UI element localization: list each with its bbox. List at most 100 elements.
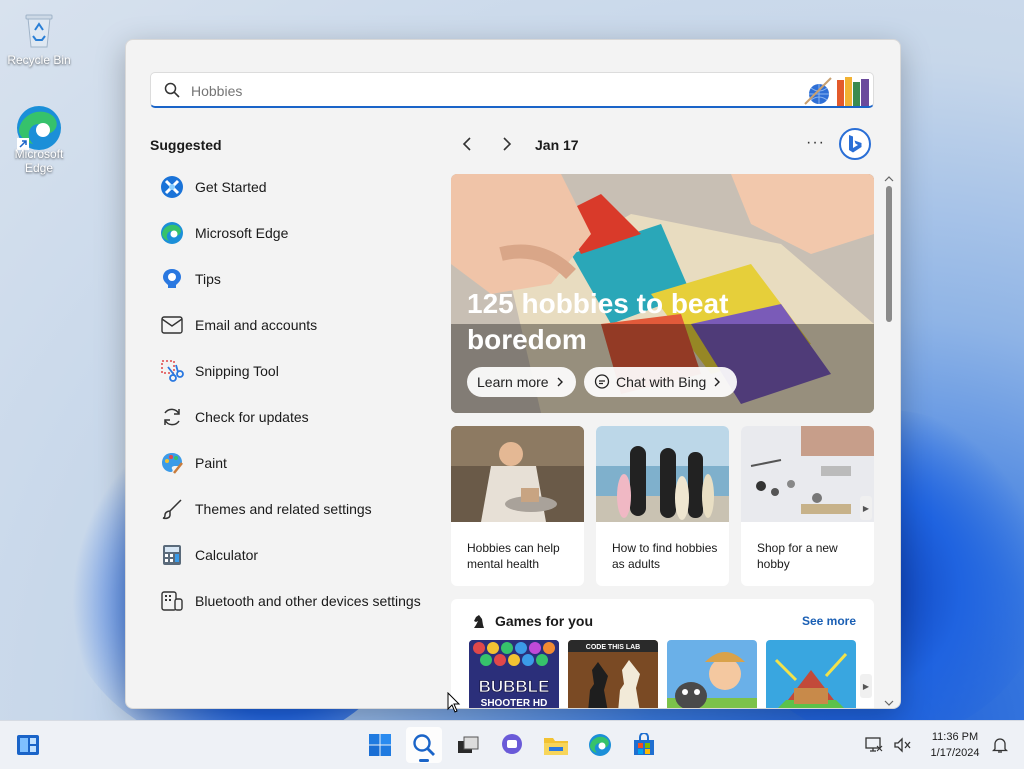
palette-icon	[160, 451, 184, 475]
article-card[interactable]: Hobbies can help mental health	[451, 426, 584, 586]
windows-icon	[369, 734, 391, 756]
bubble-shooter-art: BUBBLE SHOOTER HD	[469, 640, 559, 708]
more-options-button[interactable]: ···	[806, 134, 825, 152]
store-button[interactable]	[626, 727, 662, 763]
learn-more-label: Learn more	[477, 374, 549, 390]
suggested-item-label: Get Started	[195, 179, 267, 195]
hero-card[interactable]: 125 hobbies to beat boredom Learn more C…	[451, 174, 874, 413]
games-heading: Games for you	[495, 613, 594, 629]
previous-button[interactable]	[459, 136, 475, 157]
task-view-icon	[458, 736, 479, 753]
article-card[interactable]: Shop for a new hobby	[741, 426, 874, 586]
chat-icon	[502, 734, 522, 754]
volume-button[interactable]	[890, 727, 914, 763]
desktop-icon-label: Microsoft Edge	[14, 147, 64, 175]
desktop-icon-recycle-bin[interactable]: Recycle Bin	[2, 10, 76, 67]
game-tile-chess[interactable]: CODE THIS LAB	[568, 640, 658, 708]
suggested-list: Get Started Microsoft Edge Tips Email an…	[150, 164, 440, 624]
suggested-item-label: Paint	[195, 455, 227, 471]
search-taskbar-button[interactable]	[406, 727, 442, 763]
taskbar: 11:36 PM 1/17/2024	[0, 720, 1024, 769]
suggested-item-label: Microsoft Edge	[195, 225, 289, 241]
game-tile-village[interactable]	[766, 640, 856, 708]
suggested-item-bluetooth-devices[interactable]: Bluetooth and other devices settings	[150, 578, 440, 624]
suggested-item-paint[interactable]: Paint	[150, 440, 440, 486]
refresh-icon	[160, 405, 184, 429]
bing-icon	[849, 135, 862, 153]
village-game-art	[766, 640, 856, 708]
devices-icon	[160, 589, 184, 613]
desktop-icon-label: Recycle Bin	[7, 53, 71, 67]
suggested-item-label: Check for updates	[195, 409, 309, 425]
tips-icon	[160, 267, 184, 291]
suggested-item-get-started[interactable]: Get Started	[150, 164, 440, 210]
chess-knight-icon	[471, 613, 487, 634]
search-box[interactable]	[150, 72, 874, 108]
chevron-right-icon	[557, 377, 563, 387]
file-explorer-button[interactable]	[538, 727, 574, 763]
task-view-button[interactable]	[450, 727, 486, 763]
edge-taskbar-button[interactable]	[582, 727, 618, 763]
suggested-item-label: Themes and related settings	[195, 501, 372, 517]
caret-right-icon: ▶	[862, 503, 870, 513]
recycle-bin-icon	[19, 10, 59, 50]
panel-scrollbar[interactable]	[882, 174, 896, 708]
suggested-item-snipping-tool[interactable]: Snipping Tool	[150, 348, 440, 394]
cards-scroll-right-button[interactable]: ▶	[860, 496, 872, 520]
scroll-down-icon	[884, 700, 894, 706]
suggested-heading: Suggested	[150, 137, 222, 153]
start-button[interactable]	[362, 727, 398, 763]
folder-icon	[544, 738, 568, 755]
chevron-right-icon	[714, 377, 721, 387]
suggested-item-check-updates[interactable]: Check for updates	[150, 394, 440, 440]
suggested-item-label: Calculator	[195, 547, 259, 563]
suggested-item-calculator[interactable]: Calculator	[150, 532, 440, 578]
game-brand-text: CODE THIS LAB	[586, 644, 640, 651]
article-card-title: How to find hobbies as adults	[612, 541, 718, 571]
learn-more-button[interactable]: Learn more	[467, 367, 576, 397]
chat-with-bing-label: Chat with Bing	[616, 374, 707, 390]
search-panel: Suggested Get Started Microsoft Edge Tip…	[125, 39, 901, 709]
hobby-illustration-icon	[801, 74, 871, 106]
search-icon	[413, 734, 435, 756]
games-section: Games for you See more BUBBLE SHOOTER HD…	[451, 599, 874, 708]
see-more-link[interactable]: See more	[802, 614, 856, 628]
suggested-item-email-accounts[interactable]: Email and accounts	[150, 302, 440, 348]
network-button[interactable]	[862, 727, 886, 763]
mail-icon	[160, 313, 184, 337]
mouse-cursor-icon	[447, 692, 461, 713]
widgets-button[interactable]	[10, 727, 46, 763]
calculator-icon	[160, 543, 184, 567]
suggested-item-themes[interactable]: Themes and related settings	[150, 486, 440, 532]
edge-icon	[589, 734, 611, 756]
suggested-item-edge[interactable]: Microsoft Edge	[150, 210, 440, 256]
notifications-button[interactable]	[988, 727, 1012, 763]
suggested-item-label: Tips	[195, 271, 221, 287]
chat-bubble-icon	[594, 374, 610, 389]
volume-muted-icon	[894, 737, 911, 753]
farm-game-art	[667, 640, 757, 708]
game-tile-farm[interactable]	[667, 640, 757, 708]
games-scroll-right-button[interactable]: ▶	[860, 674, 872, 698]
scissors-icon	[160, 359, 184, 383]
network-icon	[865, 737, 883, 752]
highlights-date: Jan 17	[535, 137, 579, 153]
pottery-image	[451, 426, 584, 522]
get-started-icon	[160, 175, 184, 199]
edge-icon	[160, 221, 184, 245]
bing-button[interactable]	[839, 128, 871, 160]
chat-with-bing-button[interactable]: Chat with Bing	[584, 367, 737, 397]
clock-date: 1/17/2024	[930, 747, 980, 759]
next-button[interactable]	[499, 136, 515, 157]
hero-title: 125 hobbies to beat boredom	[467, 288, 729, 355]
desktop-icon-edge[interactable]: Microsoft Edge	[2, 104, 76, 175]
search-input[interactable]	[189, 79, 793, 103]
surfers-image	[596, 426, 729, 522]
teams-chat-button[interactable]	[494, 727, 530, 763]
suggested-item-tips[interactable]: Tips	[150, 256, 440, 302]
widgets-icon	[17, 735, 39, 755]
system-clock[interactable]: 11:36 PM 1/17/2024	[920, 729, 990, 761]
game-tile-bubble-shooter[interactable]: BUBBLE SHOOTER HD	[469, 640, 559, 708]
article-card[interactable]: How to find hobbies as adults	[596, 426, 729, 586]
scroll-thumb[interactable]	[886, 186, 892, 322]
